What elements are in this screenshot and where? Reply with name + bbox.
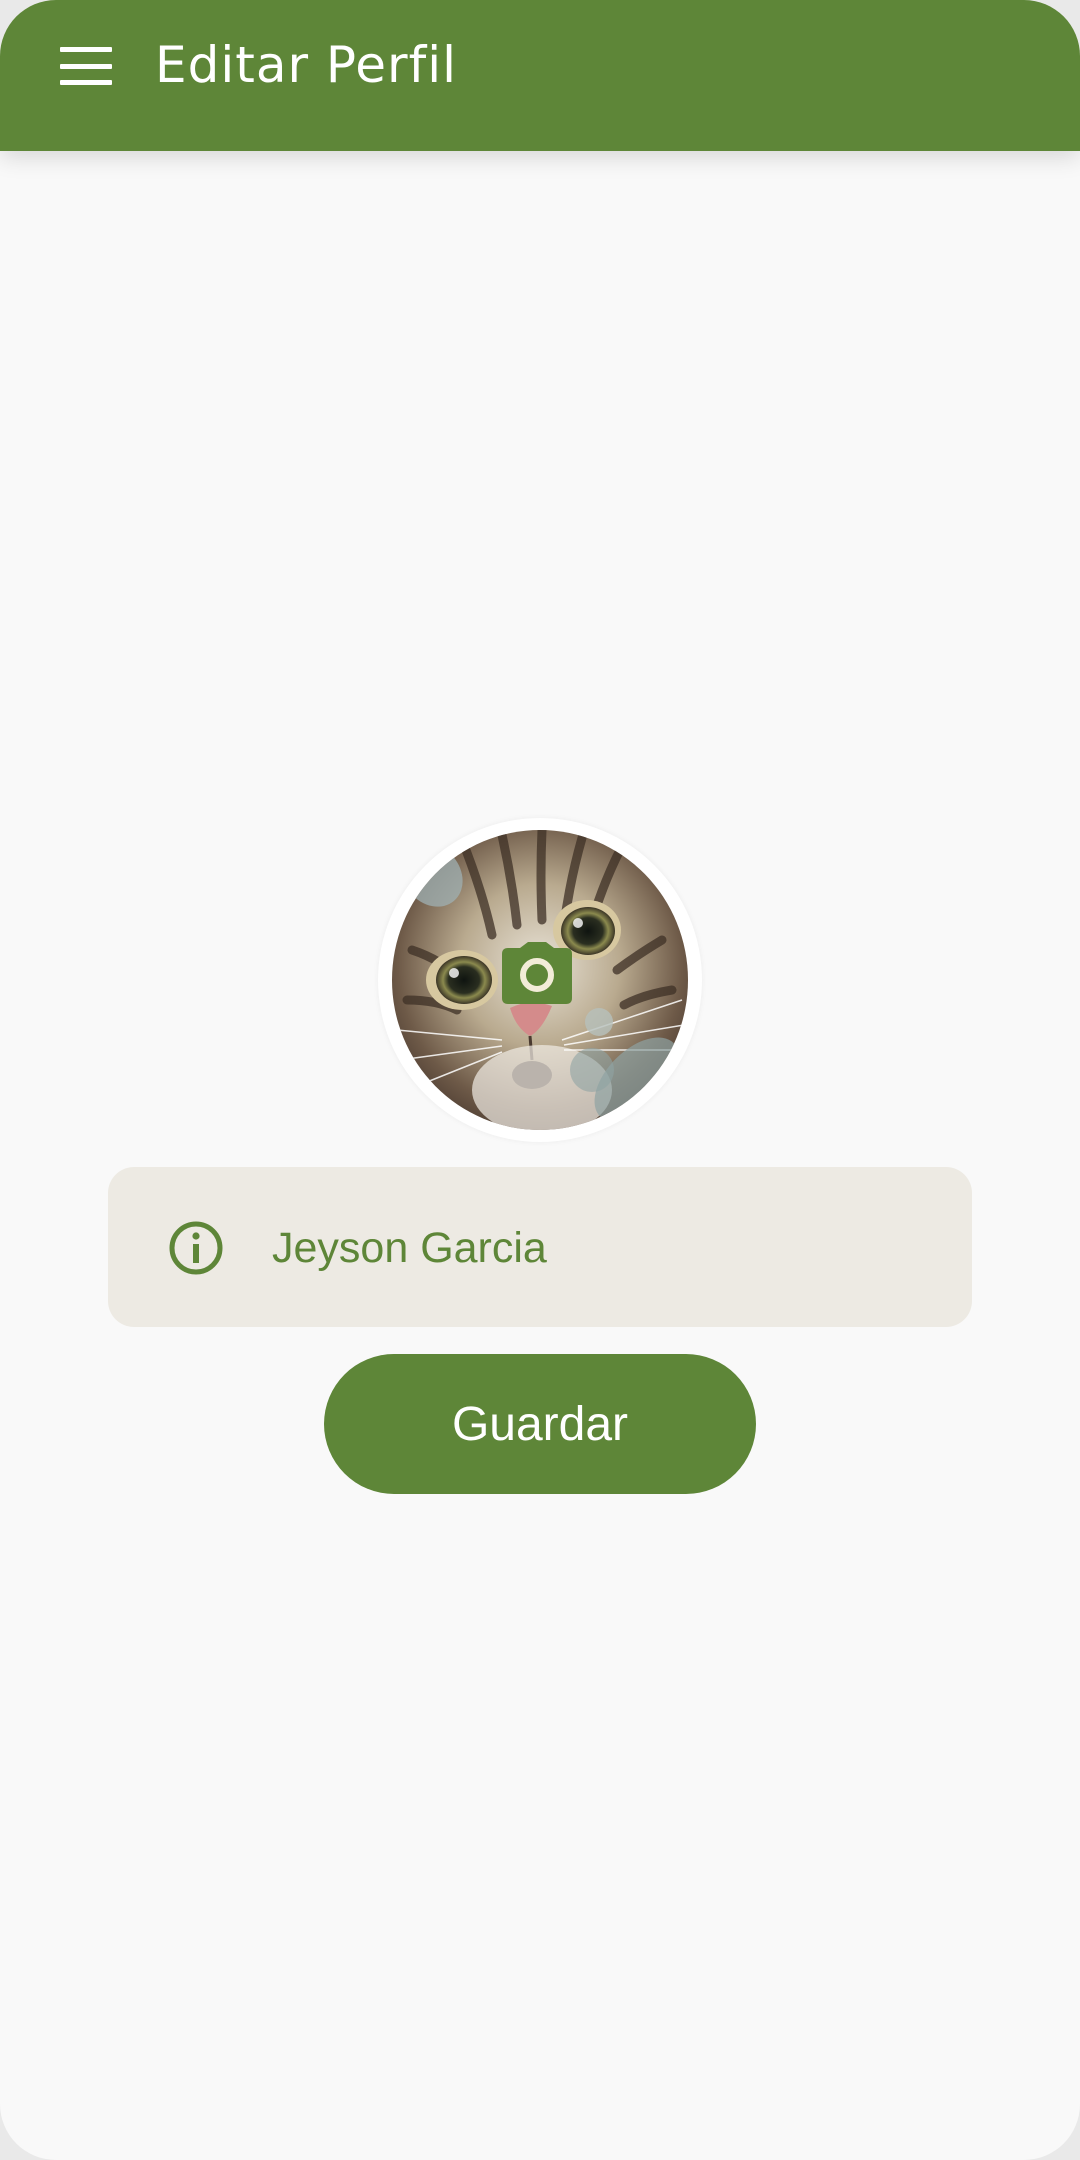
hamburger-menu-icon[interactable] <box>60 47 114 85</box>
info-icon <box>168 1220 224 1276</box>
camera-icon[interactable] <box>502 942 572 1004</box>
edit-profile-screen: Editar Perfil Jeyson Garcia Guardar <box>0 0 1080 2160</box>
save-button[interactable]: Guardar <box>324 1354 756 1494</box>
name-value[interactable]: Jeyson Garcia <box>272 1218 547 1278</box>
avatar-picker[interactable] <box>378 818 702 1142</box>
page-title: Editar Perfil <box>155 36 457 94</box>
app-bar: Editar Perfil <box>0 0 1080 151</box>
